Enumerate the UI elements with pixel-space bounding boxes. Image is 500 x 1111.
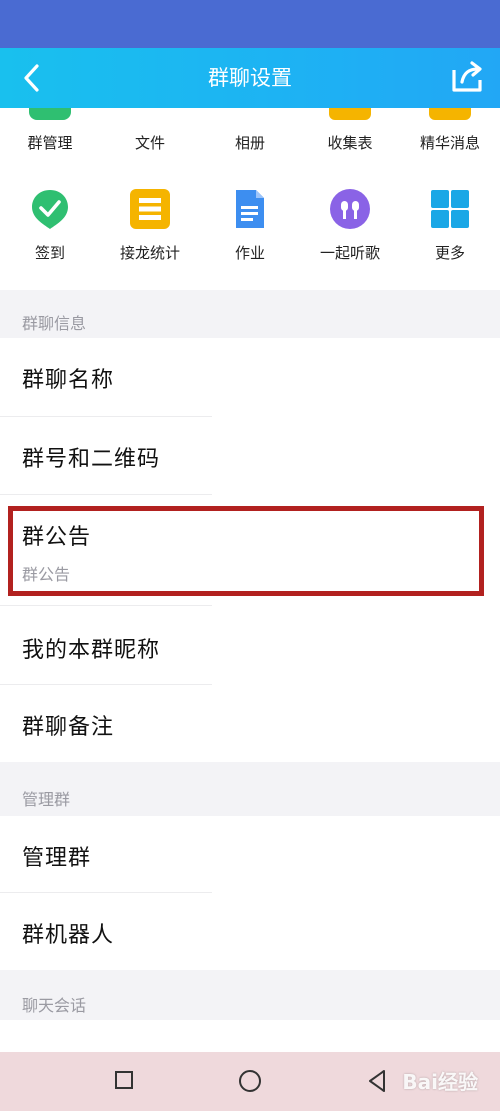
section-header-group-info: 群聊信息	[0, 290, 500, 338]
grid-item-more[interactable]: 更多	[400, 184, 500, 274]
section-header-chat: 聊天会话	[0, 970, 500, 1020]
nav-back-icon[interactable]	[366, 1068, 388, 1094]
grid-item-checkin[interactable]: 签到	[0, 184, 100, 274]
row-label: 群号和二维码	[22, 447, 161, 472]
section-header-manage: 管理群	[0, 762, 500, 816]
grid-item-chain-stats[interactable]: 接龙统计	[100, 184, 200, 274]
system-nav-bar: Bai经验	[0, 1052, 500, 1111]
grid-item-label: 签到	[34, 244, 65, 262]
highlights-icon	[429, 108, 471, 120]
grid-item-label: 群管理	[27, 134, 73, 152]
grid-item-label: 更多	[434, 244, 465, 262]
grid-item-label: 相册	[234, 134, 265, 152]
row-my-nickname[interactable]: 我的本群昵称	[0, 606, 500, 684]
home-button[interactable]	[239, 1070, 261, 1092]
grid-item-group-manage[interactable]: 群管理	[0, 108, 100, 164]
section-title: 群聊信息	[22, 314, 87, 333]
row-label: 群聊名称	[22, 368, 115, 393]
section-title: 管理群	[22, 790, 71, 809]
row-group-remark[interactable]: 群聊备注	[0, 685, 500, 762]
title-bar: 群聊设置	[0, 48, 500, 108]
row-label: 我的本群昵称	[22, 638, 161, 663]
feature-row-2: 签到 接龙统计 作业 一起听歌 更多	[0, 184, 500, 274]
grid-item-homework[interactable]: 作业	[200, 184, 300, 274]
feature-grid: 群管理 文件 相册 收集表 精华消息 签到 接龙统计 作业 一起听歌 更多	[0, 108, 500, 290]
highlight-box	[8, 506, 484, 596]
grid-item-label: 收集表	[327, 134, 373, 152]
row-chat-partial[interactable]	[0, 1020, 500, 1052]
grid-item-album[interactable]: 相册	[200, 108, 300, 164]
chain-stats-icon	[130, 189, 170, 229]
page-title: 群聊设置	[208, 66, 292, 90]
grid-item-listen-together[interactable]: 一起听歌	[300, 184, 400, 274]
recents-button[interactable]	[115, 1071, 133, 1089]
homework-icon	[236, 190, 264, 228]
row-label: 群机器人	[22, 923, 115, 948]
row-manage-group[interactable]: 管理群	[0, 816, 500, 892]
checkin-icon	[32, 190, 68, 229]
listen-together-icon	[330, 189, 370, 229]
grid-item-label: 一起听歌	[319, 244, 380, 262]
grid-item-label: 精华消息	[419, 134, 480, 152]
row-label: 群聊备注	[22, 715, 115, 740]
album-icon	[229, 108, 271, 120]
grid-item-label: 文件	[134, 134, 165, 152]
grid-item-files[interactable]: 文件	[100, 108, 200, 164]
row-group-robot[interactable]: 群机器人	[0, 893, 500, 970]
files-icon	[129, 108, 171, 120]
more-grid-icon	[431, 190, 469, 228]
row-label: 管理群	[22, 846, 92, 871]
grid-item-label: 作业	[234, 244, 265, 262]
status-bar	[0, 0, 500, 48]
grid-item-highlights[interactable]: 精华消息	[400, 108, 500, 164]
share-icon	[452, 61, 482, 92]
share-button[interactable]	[450, 60, 486, 94]
watermark: Bai经验	[402, 1070, 478, 1094]
section-title: 聊天会话	[22, 996, 87, 1015]
group-manage-icon	[29, 108, 71, 120]
grid-item-collect-form[interactable]: 收集表	[300, 108, 400, 164]
row-group-name[interactable]: 群聊名称	[0, 338, 500, 416]
grid-item-label: 接龙统计	[119, 244, 180, 262]
row-group-number-qr[interactable]: 群号和二维码	[0, 417, 500, 494]
collect-form-icon	[329, 108, 371, 120]
feature-row-1: 群管理 文件 相册 收集表 精华消息	[0, 108, 500, 164]
